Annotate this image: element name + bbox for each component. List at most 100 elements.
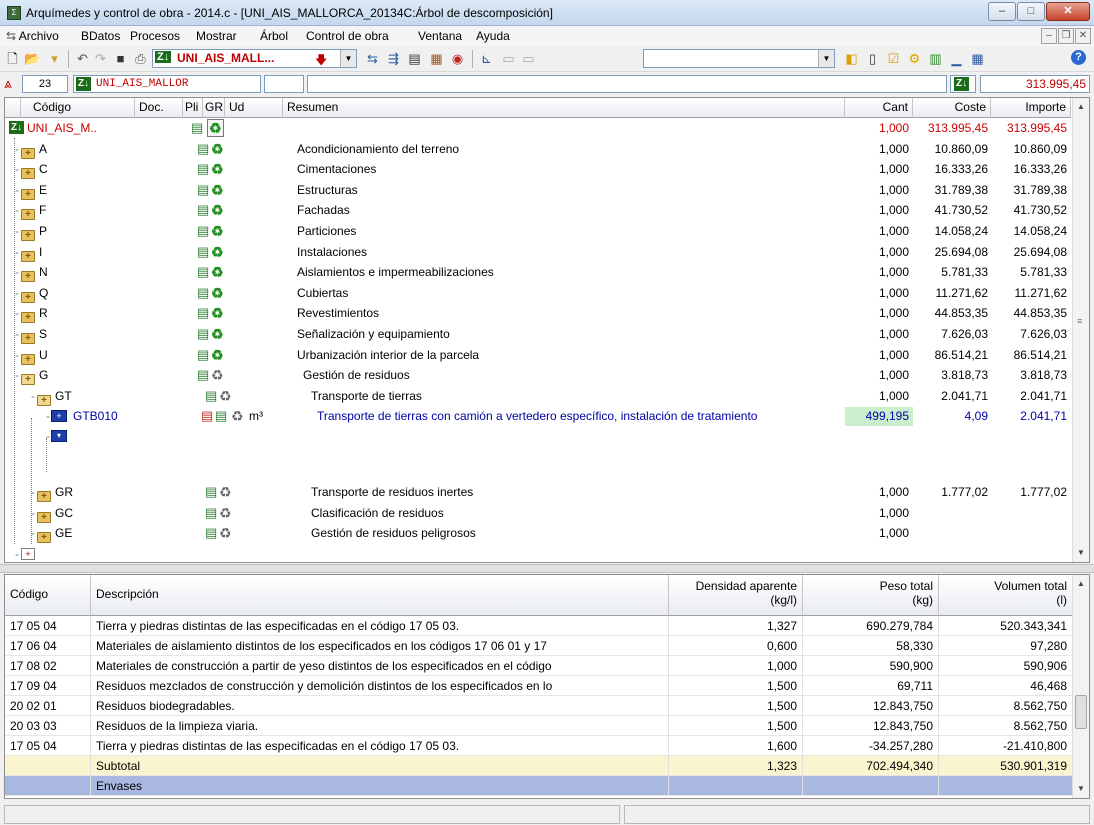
folder-icon[interactable] <box>21 288 35 308</box>
folder-icon[interactable] <box>21 350 35 370</box>
mdi-close-button[interactable]: ✕ <box>1075 28 1091 44</box>
mdi-restore-button[interactable]: ❐ <box>1058 28 1074 44</box>
tree-row-chapter[interactable]: - A ▤ ♻ Acondicionamiento del terreno 1,… <box>5 139 1071 164</box>
document-icon[interactable]: ▤ <box>197 303 209 323</box>
highlight-icon[interactable]: ◧ <box>843 50 860 67</box>
folder-icon[interactable] <box>21 247 35 267</box>
folder-icon[interactable] <box>21 308 35 328</box>
settings-icon[interactable]: ⚙ <box>906 50 923 67</box>
tree-row-subchapter[interactable]: - GR ▤ ♻ Transporte de residuos inertes … <box>5 482 1071 507</box>
column-header-importe[interactable]: Importe <box>991 98 1071 118</box>
recycle-icon[interactable]: ♻ <box>211 262 224 282</box>
tree-expand-icon[interactable]: ⇆ <box>364 50 381 67</box>
document-icon[interactable]: ▤ <box>205 523 217 543</box>
document-icon[interactable]: ▤ <box>197 324 209 344</box>
scroll-grip-icon[interactable]: ≡ <box>1077 316 1082 326</box>
column-header-codigo[interactable]: Código <box>21 98 135 118</box>
menu-bdatos[interactable]: BDatos <box>81 29 120 43</box>
document-icon[interactable]: ▤ <box>197 242 209 262</box>
chart-icon[interactable]: ⊾ <box>478 50 495 67</box>
waste-scrollbar[interactable]: ▲ ▼ <box>1072 575 1089 798</box>
tree-row-chapter-expanded[interactable]: - G ▤ ♻ Gestión de residuos 1,000 3.818,… <box>5 365 1071 390</box>
scroll-up-icon[interactable]: ▲ <box>1073 576 1089 592</box>
unit-field[interactable] <box>264 75 304 93</box>
menu-arbol[interactable]: Árbol <box>260 29 288 43</box>
tree-row-chapter[interactable]: - P ▤ ♻ Particiones 1,000 14.058,24 14.0… <box>5 221 1071 246</box>
folder-icon[interactable] <box>21 205 35 225</box>
panel-splitter[interactable] <box>0 564 1094 573</box>
table-row[interactable]: 17 09 04 Residuos mezclados de construcc… <box>5 676 1073 696</box>
counter-field[interactable]: 23 <box>22 75 68 93</box>
column-header-peso[interactable]: Peso total (kg) <box>803 575 939 616</box>
column-header-gr[interactable]: GR <box>203 98 225 118</box>
folder-icon[interactable] <box>37 487 51 507</box>
row-cant-highlight[interactable]: 499,195 <box>845 407 913 427</box>
column-header-resumen[interactable]: Resumen <box>283 98 845 118</box>
print-icon[interactable]: ⎙ <box>132 50 149 67</box>
recycle-icon[interactable]: ♻ <box>219 523 232 543</box>
tree-branch-icon[interactable]: ⇶ <box>385 50 402 67</box>
document-icon[interactable]: ▤ <box>197 200 209 220</box>
folder-icon[interactable] <box>21 164 35 184</box>
folder-icon[interactable] <box>21 267 35 287</box>
item-icon[interactable]: + <box>51 410 67 423</box>
recycle-icon[interactable]: ♻ <box>219 482 232 502</box>
document-icon[interactable]: ▤ <box>201 406 213 426</box>
document-icon[interactable]: ▤ <box>197 262 209 282</box>
menu-control-de-obra[interactable]: Control de obra <box>306 29 389 43</box>
table-row[interactable]: 20 03 03 Residuos de la limpieza viaria.… <box>5 716 1073 736</box>
document-icon[interactable]: ▤ <box>197 221 209 241</box>
tree-row-chapter[interactable]: - U ▤ ♻ Urbanización interior de la parc… <box>5 345 1071 370</box>
scroll-thumb[interactable] <box>1075 695 1087 729</box>
folder-icon[interactable] <box>21 185 35 205</box>
column-header-codigo[interactable]: Código <box>5 575 91 616</box>
envases-row[interactable]: Envases <box>5 776 1073 796</box>
redo-icon[interactable]: ↷ <box>92 50 109 67</box>
tree-row-new-chapter[interactable]: - + <box>5 544 1071 562</box>
recycle-icon[interactable]: ♻ <box>211 139 224 159</box>
document-icon[interactable]: ▤ <box>406 50 423 67</box>
help-icon[interactable]: ? <box>1071 50 1086 65</box>
column-header-cant[interactable]: Cant <box>845 98 913 118</box>
menu-mostrar[interactable]: Mostrar <box>196 29 237 43</box>
tree-row-subchapter[interactable]: - GC ▤ ♻ Clasificación de residuos 1,000 <box>5 503 1071 528</box>
folder-icon[interactable] <box>37 508 51 528</box>
table-row[interactable]: 17 05 04 Tierra y piedras distintas de l… <box>5 736 1073 756</box>
menu-ayuda[interactable]: Ayuda <box>476 29 510 43</box>
save-icon[interactable]: ■ <box>112 50 129 67</box>
new-chapter-icon[interactable]: + <box>21 547 35 560</box>
recycle-icon[interactable]: ♻ <box>211 303 224 323</box>
copy-icon[interactable]: ▭ <box>500 50 517 67</box>
summary-field[interactable] <box>307 75 947 93</box>
recycle-icon[interactable]: ♻ <box>211 345 224 365</box>
chevron-down-icon[interactable]: ▼ <box>818 50 834 67</box>
column-header-ud[interactable]: Ud <box>225 98 283 118</box>
table-row[interactable]: 17 05 04 Tierra y piedras distintas de l… <box>5 616 1073 636</box>
document-icon[interactable]: ▤ <box>197 365 209 385</box>
document-icon[interactable]: ▤ <box>197 283 209 303</box>
table-icon[interactable]: ▦ <box>969 50 986 67</box>
project-combo[interactable]: Z↓ UNI_AIS_MALL... 🡇 ▼ <box>152 49 357 68</box>
column-header-densidad[interactable]: Densidad aparente (kg/l) <box>669 575 803 616</box>
column-header-coste[interactable]: Coste <box>913 98 991 118</box>
measurement-doc-icon[interactable]: ▤ <box>215 406 227 426</box>
tree-row-chapter[interactable]: - I ▤ ♻ Instalaciones 1,000 25.694,08 25… <box>5 242 1071 267</box>
document-icon[interactable]: ▤ <box>197 159 209 179</box>
tree-row-chapter[interactable]: - F ▤ ♻ Fachadas 1,000 41.730,52 41.730,… <box>5 200 1071 225</box>
recycle-icon[interactable]: ♻ <box>219 503 232 523</box>
scroll-down-icon[interactable]: ▼ <box>1073 781 1089 797</box>
undo-icon[interactable]: ↶ <box>74 50 91 67</box>
scroll-down-icon[interactable]: ▼ <box>1073 545 1089 561</box>
filter-combo[interactable]: ▼ <box>643 49 835 68</box>
bar-chart-icon[interactable]: ▁ <box>948 50 965 67</box>
price-icon[interactable]: ◉ <box>449 50 466 67</box>
tree-row-chapter[interactable]: - N ▤ ♻ Aislamientos e impermeabilizacio… <box>5 262 1071 287</box>
recycle-icon[interactable]: ♻ <box>211 200 224 220</box>
menu-procesos[interactable]: Procesos <box>130 29 180 43</box>
menu-archivo[interactable]: ⇆ Archivo <box>6 29 59 43</box>
chevron-down-icon[interactable]: ▼ <box>340 50 356 67</box>
table-row[interactable]: 17 08 02 Materiales de construcción a pa… <box>5 656 1073 676</box>
recycle-icon[interactable]: ♻ <box>211 159 224 179</box>
folder-icon[interactable] <box>21 329 35 349</box>
open-folder-icon[interactable]: 📂 <box>24 50 41 67</box>
